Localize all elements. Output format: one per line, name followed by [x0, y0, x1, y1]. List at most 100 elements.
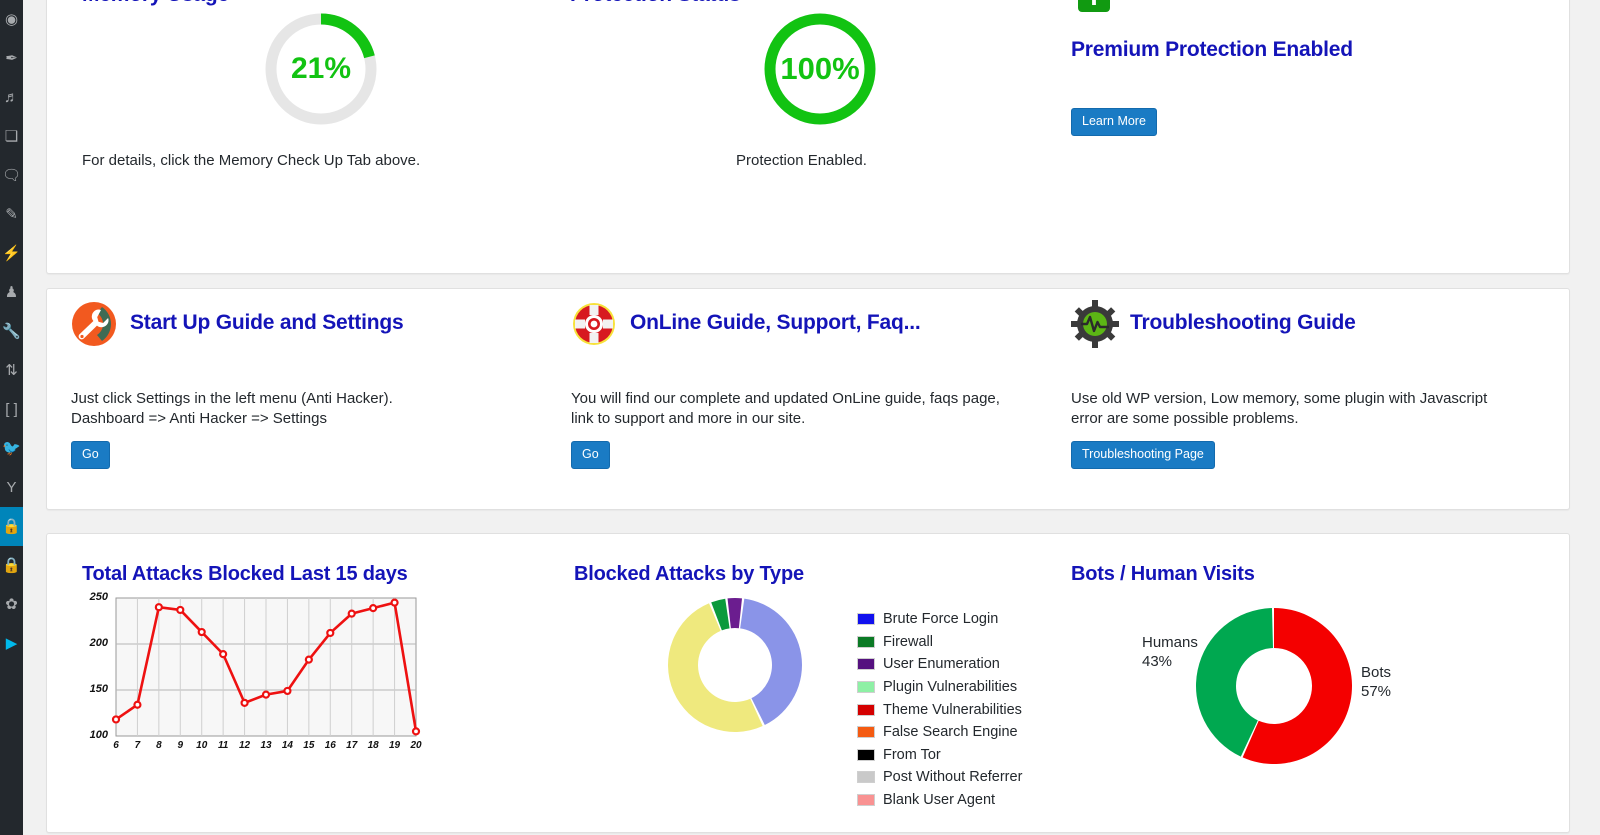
protection-status-title: Protection Status: [570, 0, 741, 7]
data-point: [133, 700, 142, 709]
legend-label: Blank User Agent: [883, 792, 996, 809]
legend-item: Blank User Agent: [857, 789, 1022, 812]
gear-pulse-icon: [1071, 300, 1119, 353]
tools-icon: 🔧: [2, 323, 21, 340]
troubleshooting-guide-text: Use old WP version, Low memory, some plu…: [1071, 390, 1488, 427]
sidebar-item-pin[interactable]: ✒: [0, 39, 23, 78]
legend-swatch: [857, 681, 875, 694]
dashboard-icon: ◉: [4, 11, 19, 28]
attacks-line-chart-title: Total Attacks Blocked Last 15 days: [82, 563, 408, 585]
legend-item: Plugin Vulnerabilities: [857, 676, 1022, 699]
sidebar-item-security-lock[interactable]: 🔒: [0, 546, 23, 585]
sidebar-item-gear[interactable]: ✿: [0, 585, 23, 624]
appearance-icon: ✎: [5, 206, 18, 223]
online-guide-text: You will find our complete and updated O…: [571, 390, 1000, 427]
legend-label: From Tor: [883, 746, 941, 763]
sidebar-item-users[interactable]: ♟: [0, 273, 23, 312]
users-icon: ♟: [4, 284, 19, 301]
yoast-icon: Y: [6, 479, 17, 496]
startup-guide-title: Start Up Guide and Settings: [130, 311, 404, 334]
sidebar-item-media[interactable]: ♬: [0, 78, 23, 117]
startup-guide-go-button[interactable]: Go: [71, 441, 110, 469]
attacks-by-type-title: Blocked Attacks by Type: [574, 563, 804, 585]
padlock-icon: [1072, 0, 1116, 20]
sidebar-item-appearance[interactable]: ✎: [0, 195, 23, 234]
bots-human-panel: Bots / Human Visits Humans 43% Bots 57%: [1058, 534, 1571, 832]
settings-slider-icon: ⇅: [5, 362, 18, 379]
data-point: [326, 628, 335, 638]
sidebar-item-media-play[interactable]: ▶: [0, 624, 23, 663]
legend-item: False Search Engine: [857, 721, 1022, 744]
sidebar-item-pages[interactable]: ❏: [0, 117, 23, 156]
y-tick-label: 250: [89, 591, 108, 603]
donut-slice: [727, 598, 743, 629]
data-point: [240, 698, 249, 707]
online-guide-go-button[interactable]: Go: [571, 441, 610, 469]
x-tick-label: 10: [196, 740, 208, 751]
security-lock-icon: 🔒: [2, 557, 21, 574]
attacks-by-type-donut: [666, 596, 804, 734]
data-point: [390, 598, 399, 607]
troubleshooting-page-button-label: Troubleshooting Page: [1082, 447, 1204, 461]
lifebuoy-icon: [571, 301, 617, 352]
legend-item: From Tor: [857, 744, 1022, 767]
sidebar-item-settings-slider[interactable]: ⇅: [0, 351, 23, 390]
twitter-icon: 🐦: [2, 440, 21, 457]
code-icon: [ ]: [5, 401, 18, 418]
protection-status-panel: Protection Status 100% Protection Enable…: [558, 0, 1058, 273]
status-card: Memory Usage 21% For details, click the …: [46, 0, 1570, 274]
data-point: [176, 605, 185, 615]
attacks-by-type-legend: Brute Force Login Firewall User Enumeratio…: [857, 608, 1022, 811]
comments-icon: 🗨: [1, 167, 22, 184]
x-tick-label: 20: [410, 740, 422, 751]
data-point: [411, 727, 421, 736]
gear-icon: ✿: [5, 596, 18, 613]
legend-swatch: [857, 658, 875, 671]
protection-status-caption: Protection Enabled.: [736, 152, 867, 169]
sidebar-item-yoast[interactable]: Y: [0, 468, 23, 507]
premium-protection-panel: Premium Protection Enabled Learn More: [1058, 0, 1571, 273]
pin-icon: ✒: [5, 50, 18, 67]
premium-protection-title: Premium Protection Enabled: [1071, 38, 1353, 61]
x-tick-label: 13: [260, 740, 272, 751]
legend-label: Plugin Vulnerabilities: [883, 679, 1018, 696]
x-tick-label: 7: [134, 740, 141, 751]
legend-item: User Enumeration: [857, 653, 1022, 676]
legend-label: Firewall: [883, 633, 933, 650]
legend-swatch: [857, 703, 875, 716]
data-point: [219, 650, 228, 659]
legend-label: Theme Vulnerabilities: [883, 701, 1022, 718]
x-tick-label: 19: [389, 740, 401, 751]
memory-usage-gauge: 21%: [261, 9, 381, 129]
learn-more-button[interactable]: Learn More: [1071, 108, 1157, 136]
humans-label: Humans 43%: [1142, 634, 1198, 670]
sidebar-item-plugins[interactable]: ⚡: [0, 234, 23, 273]
guides-card: Start Up Guide and Settings Just click S…: [46, 288, 1570, 510]
anti-hacker-lock-icon: 🔒: [2, 518, 21, 535]
legend-item: Post Without Referrer: [857, 766, 1022, 789]
x-tick-label: 12: [239, 740, 251, 751]
plugins-icon: ⚡: [2, 245, 21, 262]
sidebar-item-comments[interactable]: 🗨: [0, 156, 23, 195]
data-point: [197, 627, 206, 637]
legend-item: Firewall: [857, 631, 1022, 654]
troubleshooting-guide-title: Troubleshooting Guide: [1130, 311, 1356, 334]
bots-human-title: Bots / Human Visits: [1071, 563, 1255, 585]
protection-status-gauge: 100%: [760, 9, 880, 129]
data-point: [111, 715, 121, 724]
sidebar-item-dashboard[interactable]: ◉: [0, 0, 23, 39]
online-guide-panel: OnLine Guide, Support, Faq... You will f…: [558, 289, 1058, 509]
media-play-icon: ▶: [5, 635, 18, 652]
troubleshooting-page-button[interactable]: Troubleshooting Page: [1071, 441, 1215, 469]
x-tick-label: 9: [177, 740, 184, 751]
protection-status-value: 100%: [780, 51, 860, 86]
sidebar-item-tools[interactable]: 🔧: [0, 312, 23, 351]
sidebar-item-twitter[interactable]: 🐦: [0, 429, 23, 468]
legend-swatch: [857, 726, 875, 739]
admin-sidebar: ◉ ✒ ♬ ❏ 🗨 ✎ ⚡ ♟ 🔧 ⇅ [ ] 🐦 Y 🔒 🔒 ✿ ▶: [0, 0, 31, 835]
legend-item: Brute Force Login: [857, 608, 1022, 631]
sidebar-item-code[interactable]: [ ]: [0, 390, 23, 429]
x-tick-label: 6: [113, 740, 119, 751]
sidebar-item-anti-hacker-lock[interactable]: 🔒: [0, 507, 31, 546]
x-tick-label: 18: [367, 740, 379, 751]
